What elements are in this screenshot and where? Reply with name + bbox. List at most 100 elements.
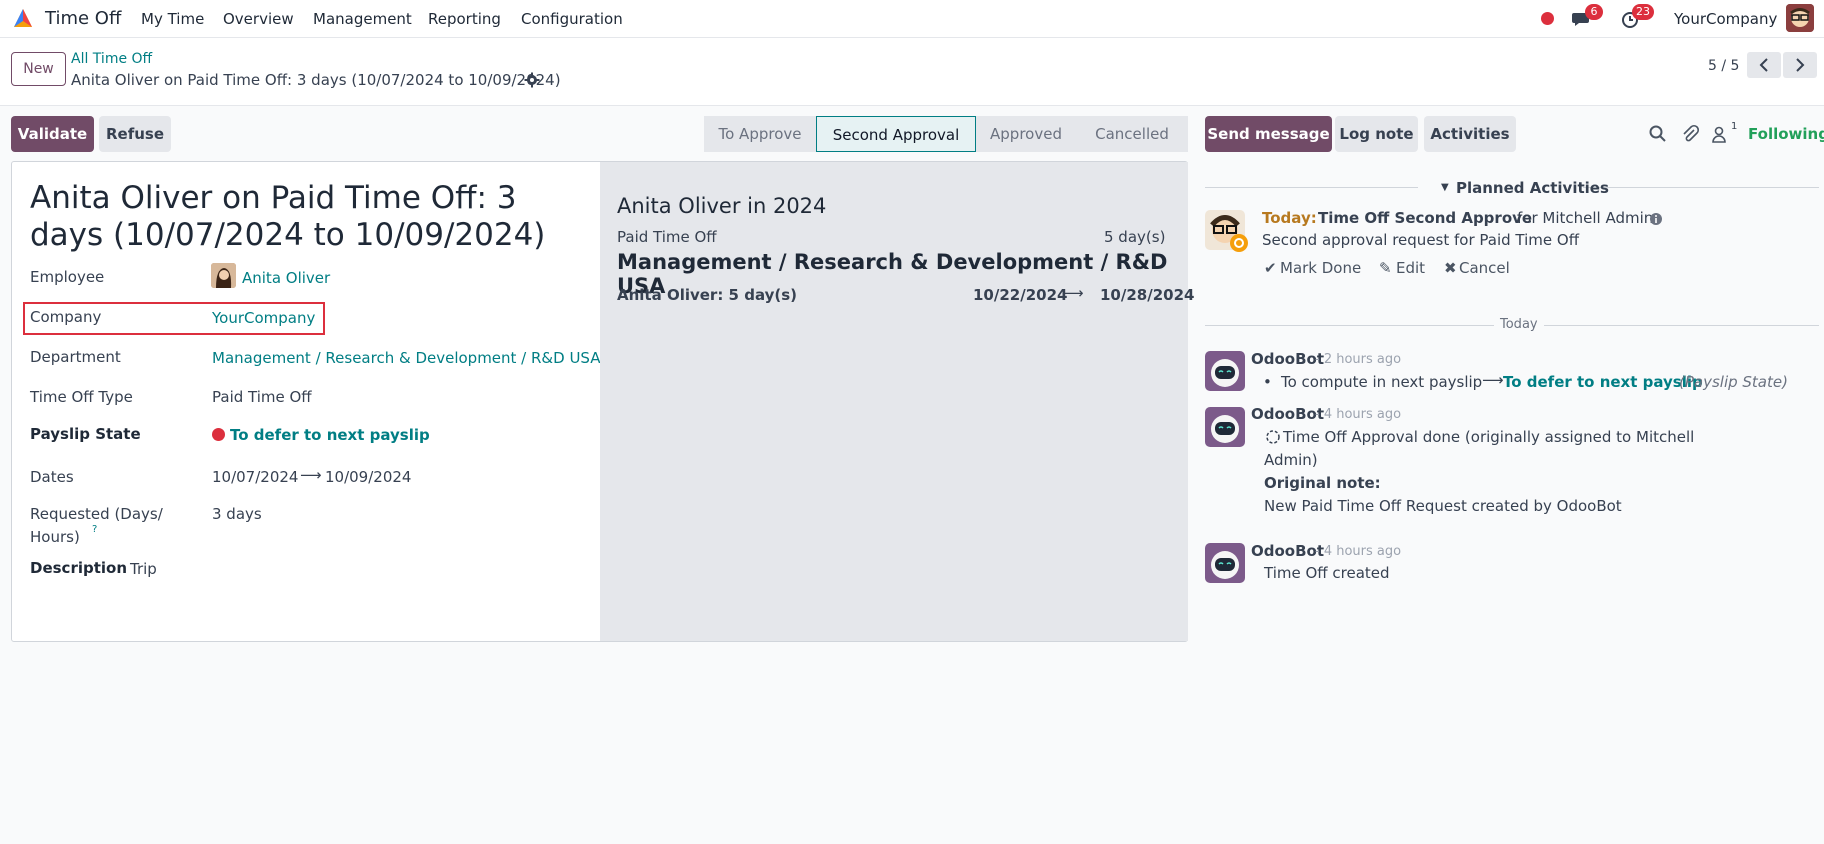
summary-range-to: 10/28/2024 (1100, 286, 1195, 304)
send-message-button[interactable]: Send message (1205, 116, 1332, 152)
paperclip-icon[interactable] (1680, 124, 1700, 144)
tracking-field-name: (Payslip State) (1679, 373, 1788, 391)
stage-second-approval[interactable]: Second Approval (816, 116, 976, 152)
edit-activity-link[interactable]: Edit (1396, 259, 1425, 277)
summary-type: Paid Time Off (617, 228, 717, 246)
odoobot-avatar (1205, 351, 1245, 391)
message-time: - 4 hours ago (1315, 544, 1402, 559)
requested-label-line2: Hours) (30, 528, 80, 546)
company-link[interactable]: YourCompany (212, 309, 315, 327)
employee-avatar-icon (211, 263, 236, 288)
activity-name: Time Off Second Approve (1318, 209, 1533, 227)
summary-range-from: 10/22/2024 (973, 286, 1068, 304)
payslip-state-dot-icon (212, 428, 225, 441)
refuse-button[interactable]: Refuse (99, 116, 171, 152)
following-button[interactable]: Following (1748, 125, 1824, 143)
menu-configuration[interactable]: Configuration (521, 10, 623, 28)
activity-type-gear-icon (1230, 234, 1248, 252)
message-line2: Admin) (1264, 451, 1318, 469)
pager-previous-button[interactable] (1747, 52, 1781, 78)
messages-badge: 6 (1585, 4, 1603, 20)
tracking-new-value: To defer to next payslip (1503, 373, 1703, 391)
planned-separator-left (1205, 187, 1418, 188)
control-panel: New All Time Off Anita Oliver on Paid Ti… (0, 38, 1824, 106)
description-value[interactable]: Trip (130, 560, 157, 578)
time-off-type-value[interactable]: Paid Time Off (212, 388, 312, 406)
company-label: Company (30, 308, 102, 326)
time-off-summary-panel: Anita Oliver in 2024 Paid Time Off 5 day… (600, 162, 1194, 641)
message-author[interactable]: OdooBot (1251, 350, 1324, 368)
employee-link[interactable]: Anita Oliver (242, 269, 330, 287)
form-sheet: Anita Oliver on Paid Time Off: 3 days (1… (11, 161, 1194, 642)
message-author[interactable]: OdooBot (1251, 405, 1324, 423)
validate-button[interactable]: Validate (11, 116, 94, 152)
message-time: - 2 hours ago (1315, 352, 1402, 367)
app-name[interactable]: Time Off (45, 8, 121, 29)
activities-button[interactable]: Activities (1424, 116, 1516, 152)
date-arrow-icon: ⟶ (300, 466, 322, 484)
tracking-arrow-icon: ⟶ (1482, 371, 1504, 389)
requested-label-line1: Requested (Days/ (30, 505, 163, 523)
pager-next-button[interactable] (1783, 52, 1817, 78)
new-button[interactable]: New (11, 52, 66, 86)
record-title: Anita Oliver on Paid Time Off: 3 days (1… (30, 180, 546, 253)
user-avatar[interactable] (1786, 4, 1814, 32)
time-off-type-label: Time Off Type (30, 388, 133, 406)
summary-type-days: 5 day(s) (1104, 228, 1166, 246)
menu-my-time[interactable]: My Time (141, 10, 204, 28)
payslip-state-value[interactable]: To defer to next payslip (230, 426, 430, 444)
pencil-icon: ✎ (1379, 259, 1392, 277)
stage-cancelled[interactable]: Cancelled (1076, 116, 1188, 152)
planned-activities-toggle[interactable]: Planned Activities (1456, 179, 1609, 197)
company-switcher[interactable]: YourCompany (1674, 10, 1777, 28)
followers-icon[interactable] (1709, 124, 1729, 144)
requested-help-icon[interactable]: ? (92, 524, 97, 535)
status-dot-icon[interactable] (1541, 12, 1554, 25)
date-from[interactable]: 10/07/2024 (212, 468, 298, 486)
employee-label: Employee (30, 268, 105, 286)
date-to[interactable]: 10/09/2024 (325, 468, 411, 486)
search-icon[interactable] (1648, 124, 1668, 144)
odoobot-avatar-icon (1205, 407, 1245, 447)
followers-count: 1 (1731, 121, 1738, 132)
top-navbar: Time Off My Time Overview Management Rep… (0, 0, 1824, 38)
odoobot-avatar (1205, 543, 1245, 583)
activity-note: Second approval request for Paid Time Of… (1262, 231, 1580, 249)
info-icon[interactable] (1649, 212, 1663, 226)
mark-done-link[interactable]: Mark Done (1280, 259, 1361, 277)
dates-label: Dates (30, 468, 74, 486)
stage-approved[interactable]: Approved (976, 116, 1076, 152)
log-note-button[interactable]: Log note (1335, 116, 1418, 152)
caret-down-icon[interactable]: ▼ (1441, 182, 1449, 193)
menu-overview[interactable]: Overview (223, 10, 294, 28)
odoobot-avatar-icon (1205, 351, 1245, 391)
time-off-app-icon[interactable] (10, 5, 36, 31)
odoobot-avatar (1205, 407, 1245, 447)
department-link[interactable]: Management / Research & Development / R&… (212, 349, 600, 367)
planned-separator-right (1583, 187, 1819, 188)
summary-range-arrow-icon: ⟶ (1062, 284, 1084, 302)
chevron-left-icon (1759, 58, 1768, 72)
times-icon: ✖ (1444, 259, 1457, 277)
summary-person-line: Anita Oliver: 5 day(s) (617, 286, 798, 304)
message-author[interactable]: OdooBot (1251, 542, 1324, 560)
check-icon: ✔ (1264, 259, 1277, 277)
spinner-icon (1266, 430, 1280, 444)
menu-reporting[interactable]: Reporting (428, 10, 501, 28)
activity-assignee: for Mitchell Admin (1517, 209, 1654, 227)
message-text: Time Off created (1264, 564, 1390, 582)
breadcrumb-current-record: Anita Oliver on Paid Time Off: 3 days (1… (71, 71, 561, 89)
bullet-icon: • (1263, 373, 1272, 391)
user-avatar-icon (1786, 4, 1814, 32)
requested-value[interactable]: 3 days (212, 505, 262, 523)
cancel-activity-link[interactable]: Cancel (1459, 259, 1510, 277)
breadcrumb-all-time-off[interactable]: All Time Off (71, 51, 152, 67)
stage-to-approve[interactable]: To Approve (704, 116, 816, 152)
employee-avatar (211, 263, 236, 288)
menu-management[interactable]: Management (313, 10, 412, 28)
original-note-label: Original note: (1264, 474, 1381, 492)
payslip-state-label: Payslip State (30, 425, 141, 443)
gear-icon[interactable] (524, 72, 540, 88)
original-note-text: New Paid Time Off Request created by Odo… (1264, 497, 1622, 515)
pager-value[interactable]: 5 / 5 (1708, 58, 1739, 74)
